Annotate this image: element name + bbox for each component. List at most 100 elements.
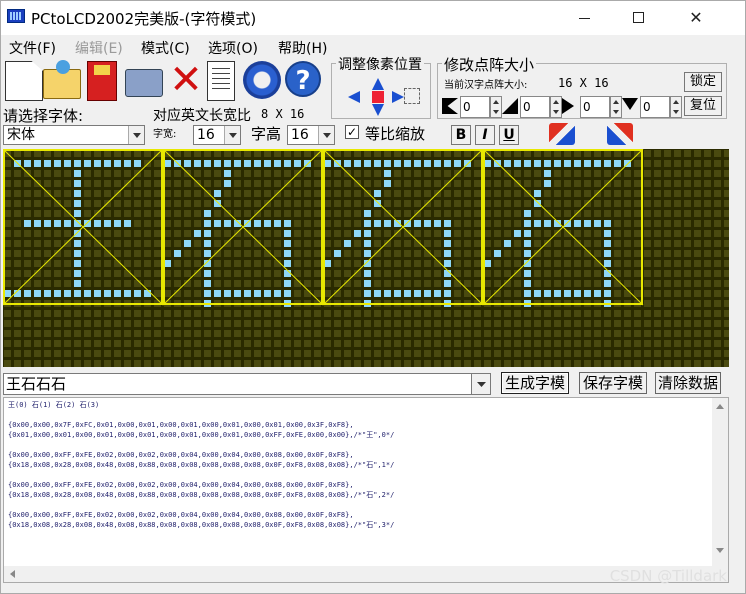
new-file-icon[interactable] — [5, 61, 43, 101]
arrow-right-icon[interactable] — [392, 91, 404, 103]
minimize-icon — [579, 18, 590, 19]
output-area[interactable]: 王(0) 石(1) 石(2) 石(3) {0x00,0x00,0x7F,0xFC… — [3, 397, 729, 583]
shift-top-icon — [502, 98, 518, 114]
document-icon[interactable] — [207, 61, 235, 101]
lcd-pixel — [214, 160, 221, 167]
lcd-pixel — [414, 220, 421, 227]
lcd-pixel — [404, 160, 411, 167]
lcd-pixel — [324, 260, 331, 267]
width-select[interactable]: 16 — [193, 125, 241, 145]
arrow-left-icon[interactable] — [348, 91, 360, 103]
generate-font-button[interactable]: 生成字模 — [501, 372, 569, 394]
matrix-hint: 当前汉字点阵大小: — [444, 80, 528, 91]
chevron-down-icon[interactable] — [224, 126, 240, 144]
lcd-pixel — [424, 160, 431, 167]
lcd-pixel — [604, 260, 611, 267]
maximize-button[interactable] — [616, 1, 662, 35]
menu-file[interactable]: 文件(F) — [9, 38, 56, 58]
spin-bottom-stepper[interactable] — [670, 96, 682, 118]
output-line: {0x00,0x00,0xFF,0xFE,0x02,0x00,0x02,0x00… — [8, 451, 354, 459]
spin-top-input[interactable]: 0 — [520, 96, 550, 118]
lcd-pixel — [504, 240, 511, 247]
lcd-pixel — [284, 240, 291, 247]
lcd-pixel — [584, 290, 591, 297]
lcd-pixel — [364, 270, 371, 277]
menu-edit[interactable]: 编辑(E) — [75, 38, 123, 58]
lcd-pixel — [384, 170, 391, 177]
title-bar[interactable]: PCtoLCD2002完美版-(字符模式) ✕ — [1, 1, 745, 35]
proportional-scale-checkbox[interactable]: ✓ — [345, 125, 359, 139]
menu-options[interactable]: 选项(O) — [208, 38, 258, 58]
delete-icon[interactable]: ✕ — [167, 60, 205, 101]
reset-button[interactable]: 复位 — [684, 96, 722, 116]
lcd-pixel — [74, 190, 81, 197]
close-button[interactable]: ✕ — [673, 1, 719, 35]
arrow-down-icon[interactable] — [372, 104, 384, 116]
menu-mode[interactable]: 模式(C) — [141, 38, 190, 58]
lcd-pixel — [544, 180, 551, 187]
center-icon[interactable] — [372, 91, 384, 103]
chevron-down-icon[interactable] — [128, 126, 144, 144]
rotate-icon[interactable] — [549, 123, 575, 145]
flip-icon[interactable] — [607, 123, 633, 145]
app-icon[interactable] — [7, 9, 25, 23]
minimize-button[interactable] — [561, 1, 607, 35]
spin-left-input[interactable]: 0 — [460, 96, 490, 118]
horizontal-scrollbar[interactable] — [4, 566, 712, 582]
lcd-pixel — [524, 160, 531, 167]
underline-button[interactable]: U — [499, 125, 519, 145]
save-disk-icon[interactable] — [87, 61, 117, 101]
lcd-pixel — [544, 160, 551, 167]
italic-button[interactable]: I — [475, 125, 495, 145]
save-font-button[interactable]: 保存字模 — [579, 372, 647, 394]
lcd-pixel — [564, 290, 571, 297]
spin-right-input[interactable]: 0 — [580, 96, 610, 118]
lcd-pixel — [194, 160, 201, 167]
lcd-pixel — [444, 280, 451, 287]
matrix-group-title: 修改点阵大小 — [442, 54, 537, 75]
lcd-pixel — [284, 160, 291, 167]
clear-data-button[interactable]: 清除数据 — [655, 372, 721, 394]
lcd-pixel — [74, 280, 81, 287]
vertical-scrollbar[interactable] — [712, 398, 728, 582]
lcd-pixel — [604, 250, 611, 257]
arrow-up-icon[interactable] — [372, 78, 384, 90]
height-select[interactable]: 16 — [287, 125, 335, 145]
lcd-pixel — [604, 280, 611, 287]
print-icon[interactable] — [125, 69, 163, 97]
lcd-pixel — [494, 250, 501, 257]
help-icon[interactable]: ? — [285, 61, 321, 97]
lcd-pixel — [84, 290, 91, 297]
lcd-pixel — [234, 160, 241, 167]
lcd-pixel — [554, 160, 561, 167]
lcd-pixel — [224, 170, 231, 177]
lcd-pixel — [604, 240, 611, 247]
lcd-pixel — [124, 160, 131, 167]
lcd-pixel — [104, 220, 111, 227]
font-select[interactable]: 宋体 — [3, 125, 145, 145]
spin-bottom-input[interactable]: 0 — [640, 96, 670, 118]
spin-right-stepper[interactable] — [610, 96, 622, 118]
lcd-pixel — [34, 220, 41, 227]
lcd-pixel — [584, 160, 591, 167]
ratio-label: 对应英文长宽比 — [153, 108, 251, 124]
lcd-pixel — [284, 230, 291, 237]
spin-top-stepper[interactable] — [550, 96, 562, 118]
lcd-pixel — [74, 240, 81, 247]
chevron-down-icon[interactable] — [318, 126, 334, 144]
lcd-pixel — [364, 240, 371, 247]
lock-button[interactable]: 锁定 — [684, 72, 722, 92]
lcd-pixel — [344, 160, 351, 167]
lcd-pixel — [444, 230, 451, 237]
lcd-pixel — [224, 220, 231, 227]
bold-button[interactable]: B — [451, 125, 471, 145]
selection-box-icon[interactable] — [404, 88, 420, 104]
open-folder-icon[interactable] — [43, 60, 81, 99]
lcd-preview[interactable] — [3, 149, 729, 367]
chevron-down-icon[interactable] — [471, 373, 491, 395]
menu-help[interactable]: 帮助(H) — [278, 38, 327, 58]
lcd-matrix[interactable] — [3, 149, 729, 367]
spin-left-stepper[interactable] — [490, 96, 502, 118]
gear-icon[interactable] — [243, 61, 281, 99]
text-input[interactable]: 王石石石 — [3, 373, 491, 395]
